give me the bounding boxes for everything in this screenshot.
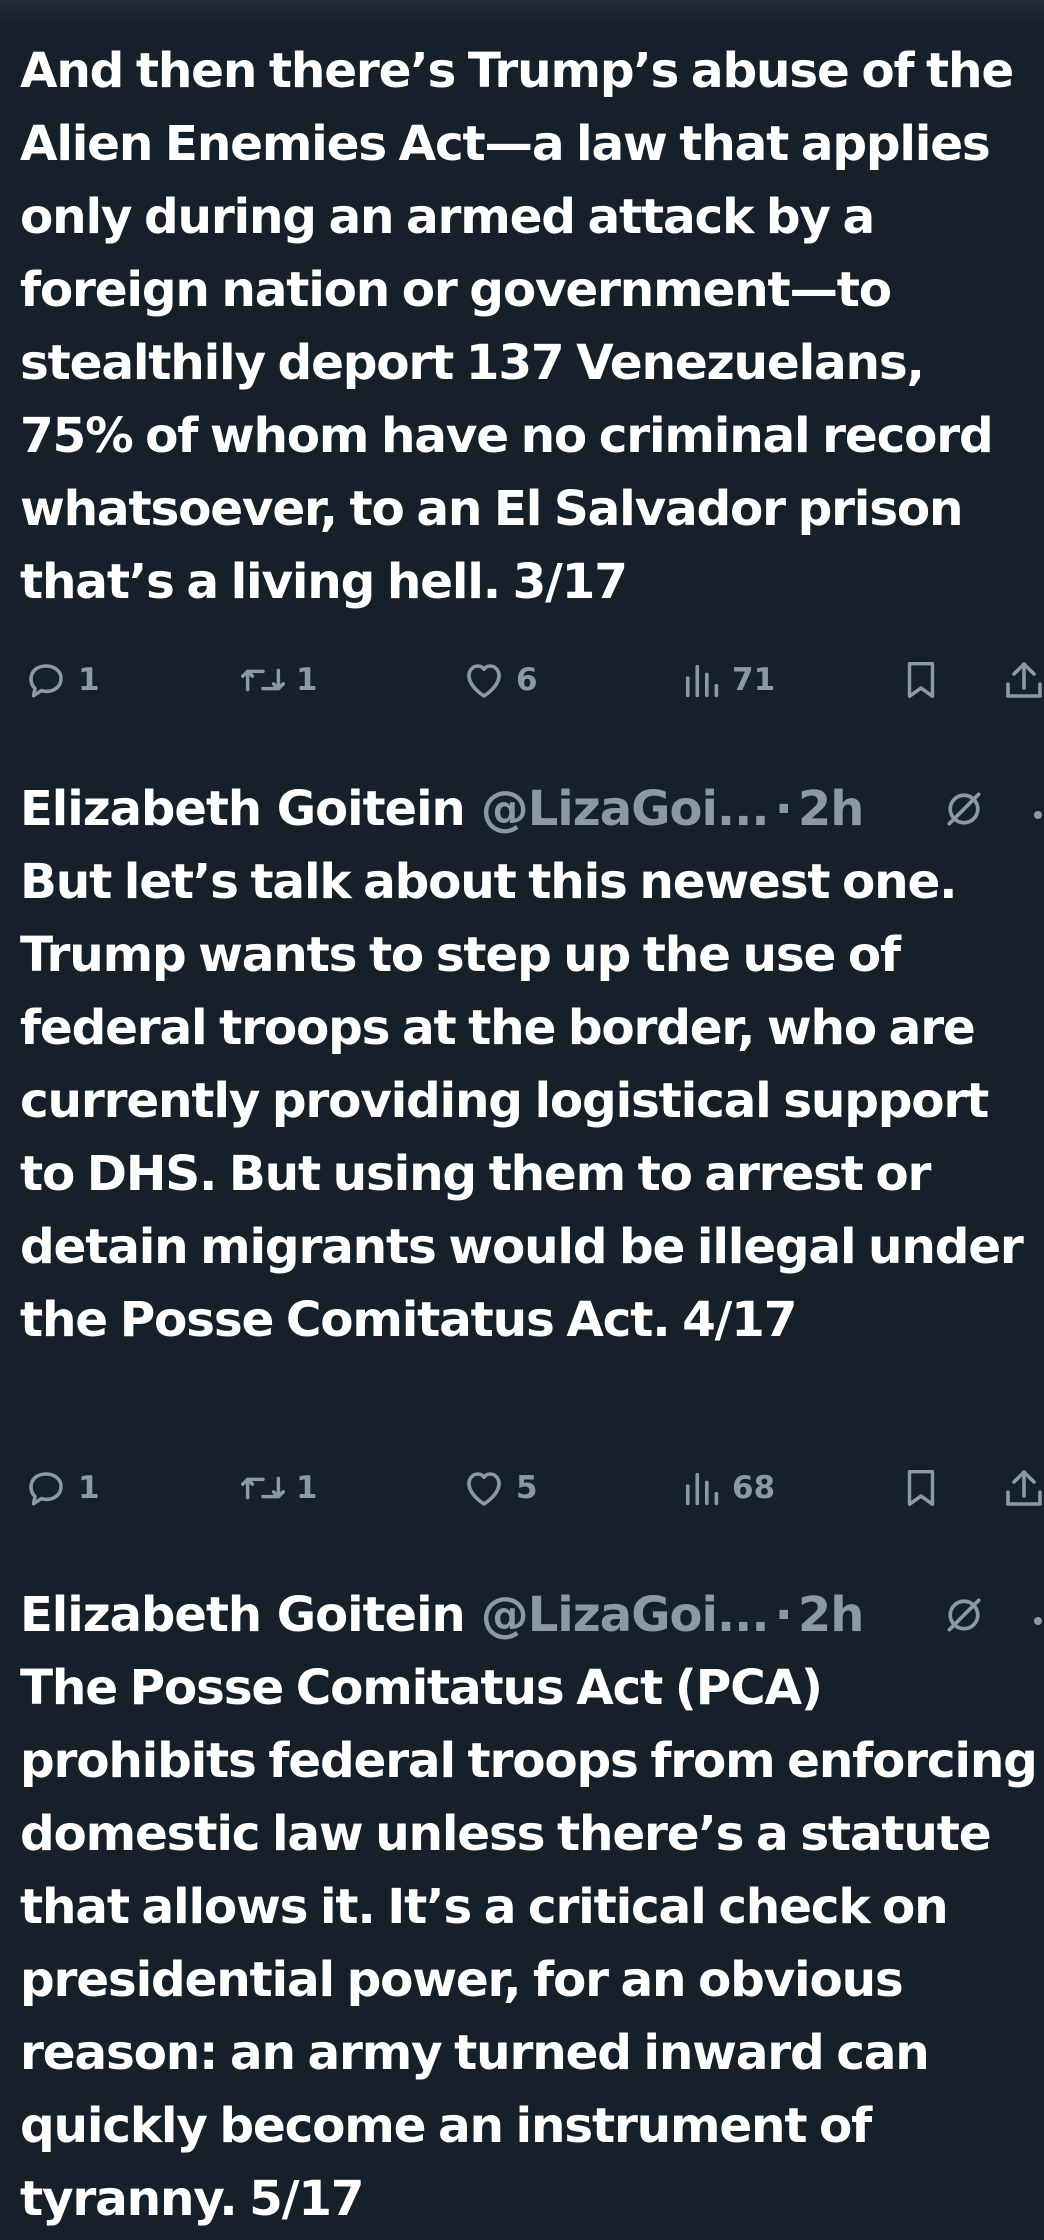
tweet-header-4: Elizabeth Goitein @LizaGoi... · 2h bbox=[20, 774, 1044, 844]
bookmark-button[interactable] bbox=[898, 650, 944, 710]
share-button[interactable] bbox=[1004, 1458, 1044, 1518]
repost-button[interactable]: 1 bbox=[238, 1458, 318, 1518]
share-icon bbox=[1004, 1464, 1044, 1512]
tweet-actions-4: 1 1 5 68 bbox=[0, 1458, 1044, 1518]
views-button[interactable]: 68 bbox=[682, 1458, 775, 1518]
tweet-text-5: The Posse Comitatus Act (PCA) prohibits … bbox=[20, 1660, 1038, 2227]
repost-icon bbox=[238, 656, 288, 704]
views-chart-icon bbox=[682, 656, 724, 704]
more-options-icon[interactable] bbox=[1030, 1597, 1044, 1637]
share-icon bbox=[1004, 656, 1044, 704]
tweet-text-3: And then there’s Trump’s abuse of the Al… bbox=[20, 43, 1014, 610]
repost-button[interactable]: 1 bbox=[238, 650, 318, 710]
grok-icon[interactable] bbox=[942, 787, 986, 831]
repost-count: 1 bbox=[296, 662, 318, 698]
reply-icon bbox=[22, 1464, 70, 1512]
reply-button[interactable]: 1 bbox=[22, 650, 100, 710]
reply-button[interactable]: 1 bbox=[22, 1458, 100, 1518]
like-button[interactable]: 5 bbox=[460, 1458, 538, 1518]
like-count: 5 bbox=[516, 1470, 538, 1506]
dot-separator: · bbox=[774, 1587, 793, 1643]
views-chart-icon bbox=[682, 1464, 724, 1512]
like-button[interactable]: 6 bbox=[460, 650, 538, 710]
heart-icon bbox=[460, 656, 508, 704]
bookmark-icon bbox=[898, 1464, 944, 1512]
bookmark-button[interactable] bbox=[898, 1458, 944, 1518]
tweet-text-4: But let’s talk about this newest one. Tr… bbox=[20, 854, 1024, 1348]
views-count: 71 bbox=[732, 662, 776, 698]
like-count: 6 bbox=[516, 662, 538, 698]
dot-separator: · bbox=[774, 781, 793, 837]
views-count: 68 bbox=[732, 1470, 776, 1506]
grok-icon[interactable] bbox=[942, 1593, 986, 1637]
reply-icon bbox=[22, 656, 70, 704]
tweet-actions-3: 1 1 6 71 bbox=[0, 650, 1044, 710]
more-options-icon[interactable] bbox=[1030, 791, 1044, 831]
heart-icon bbox=[460, 1464, 508, 1512]
tweet-header-5: Elizabeth Goitein @LizaGoi... · 2h bbox=[20, 1580, 1044, 1650]
repost-count: 1 bbox=[296, 1470, 318, 1506]
author-name[interactable]: Elizabeth Goitein bbox=[20, 1587, 466, 1643]
author-handle[interactable]: @LizaGoi... bbox=[481, 1587, 770, 1643]
views-button[interactable]: 71 bbox=[682, 650, 775, 710]
reply-count: 1 bbox=[78, 1470, 100, 1506]
author-name[interactable]: Elizabeth Goitein bbox=[20, 781, 466, 837]
timestamp[interactable]: 2h bbox=[798, 781, 865, 837]
repost-icon bbox=[238, 1464, 288, 1512]
bookmark-icon bbox=[898, 656, 944, 704]
timestamp[interactable]: 2h bbox=[798, 1587, 865, 1643]
thread-view: And then there’s Trump’s abuse of the Al… bbox=[0, 0, 1044, 2240]
share-button[interactable] bbox=[1004, 650, 1044, 710]
previous-tweet-edge bbox=[0, 0, 1044, 26]
reply-count: 1 bbox=[78, 662, 100, 698]
author-handle[interactable]: @LizaGoi... bbox=[481, 781, 770, 837]
